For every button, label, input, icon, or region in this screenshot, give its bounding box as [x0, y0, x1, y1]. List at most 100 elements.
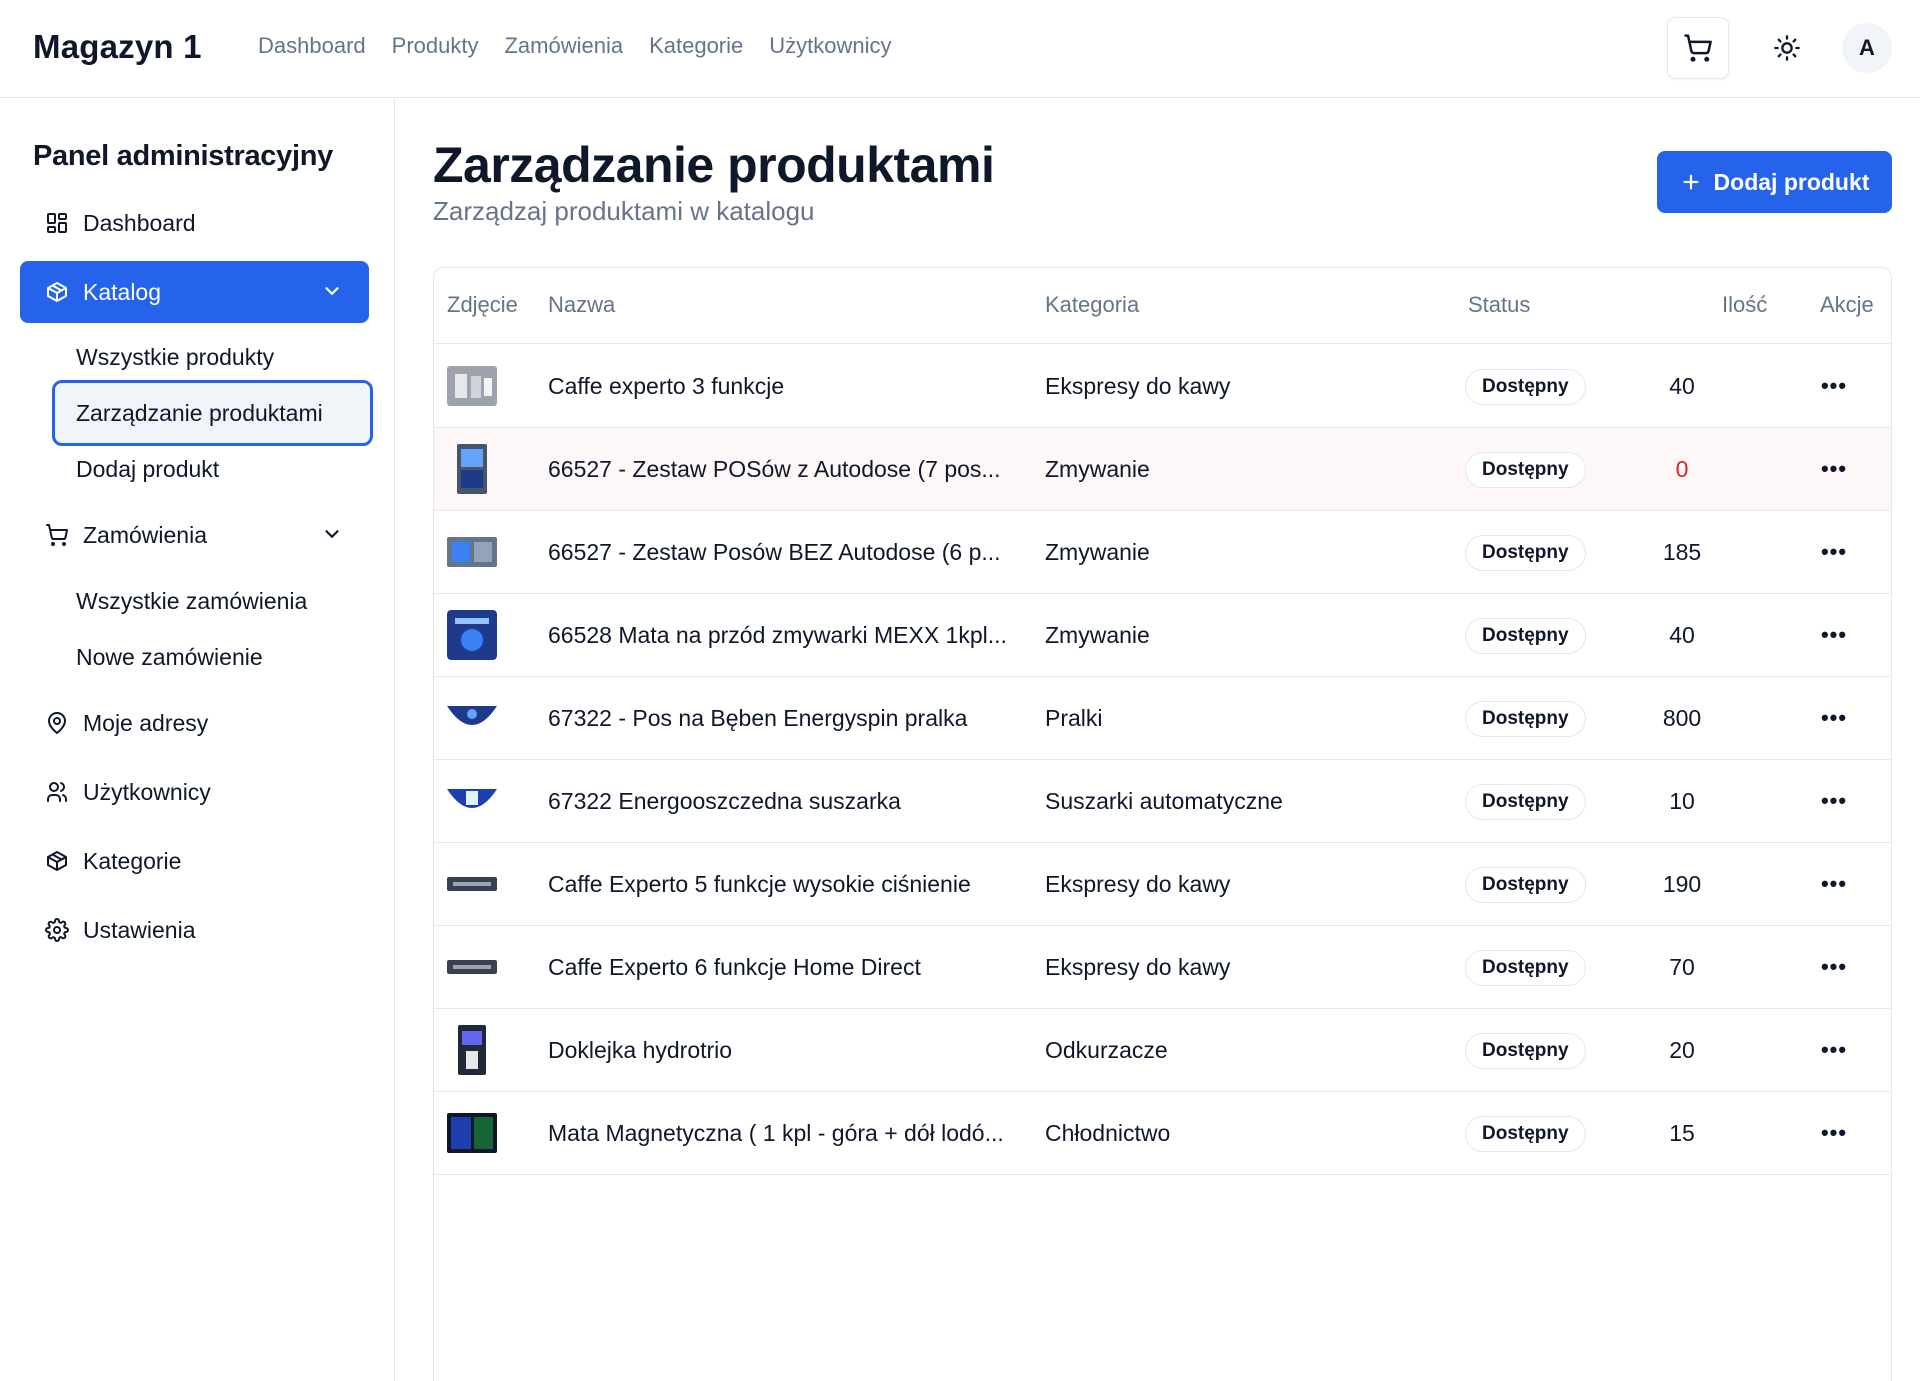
sidebar-subitem-add-product[interactable]: Dodaj produkt: [52, 436, 373, 502]
sidebar-item-label: Kategorie: [83, 847, 182, 874]
sidebar-item-label: Zamówienia: [83, 521, 207, 548]
row-actions-button[interactable]: •••: [1814, 1116, 1854, 1150]
product-quantity: 185: [1662, 539, 1702, 565]
status-badge: Dostępny: [1465, 618, 1586, 654]
add-product-label: Dodaj produkt: [1713, 168, 1870, 195]
sidebar-item-kategorie[interactable]: Kategorie: [20, 830, 369, 892]
product-name: 66527 - Zestaw Posów BEZ Autodose (6 p..…: [548, 539, 1001, 565]
product-quantity: 40: [1669, 622, 1695, 648]
product-category: Ekspresy do kawy: [1045, 373, 1231, 399]
cart-button[interactable]: [1667, 17, 1729, 79]
header-name[interactable]: Nazwa: [548, 292, 615, 318]
topnav-produkty[interactable]: Produkty: [392, 33, 479, 59]
product-quantity: 20: [1669, 1037, 1695, 1063]
product-category: Odkurzacze: [1045, 1037, 1168, 1063]
product-thumbnail: [447, 610, 497, 660]
product-quantity: 190: [1662, 871, 1702, 897]
product-thumbnail: [447, 693, 497, 743]
topnav-dashboard[interactable]: Dashboard: [258, 33, 366, 59]
map-pin-icon: [44, 710, 70, 736]
table-row[interactable]: Caffe experto 3 funkcje Ekspresy do kawy…: [434, 345, 1891, 428]
table-row[interactable]: Doklejka hydrotrio Odkurzacze Dostępny 2…: [434, 1009, 1891, 1092]
users-icon: [44, 779, 70, 805]
add-product-button[interactable]: Dodaj produkt: [1657, 151, 1892, 213]
brand-logo[interactable]: Magazyn 1: [33, 28, 202, 66]
status-badge: Dostępny: [1465, 369, 1586, 405]
row-actions-button[interactable]: •••: [1814, 867, 1854, 901]
dashboard-icon: [44, 210, 70, 236]
products-table: Zdjęcie Nazwa Kategoria Status Ilość Akc…: [433, 267, 1892, 1381]
status-badge: Dostępny: [1465, 1116, 1586, 1152]
topnav-uzytkownicy[interactable]: Użytkownicy: [769, 33, 891, 59]
table-row[interactable]: 66527 - Zestaw POSów z Autodose (7 pos..…: [434, 428, 1891, 511]
table-row[interactable]: Caffe Experto 6 funkcje Home Direct Eksp…: [434, 926, 1891, 1009]
header-category[interactable]: Kategoria: [1045, 292, 1139, 318]
sidebar: Panel administracyjny Dashboard Katalog …: [0, 98, 395, 1381]
row-actions-button[interactable]: •••: [1814, 1033, 1854, 1067]
row-actions-button[interactable]: •••: [1814, 784, 1854, 818]
sidebar-item-label: Katalog: [83, 278, 162, 305]
product-category: Ekspresy do kawy: [1045, 871, 1231, 897]
row-actions-button[interactable]: •••: [1814, 701, 1854, 735]
row-actions-button[interactable]: •••: [1814, 618, 1854, 652]
plus-icon: [1683, 174, 1699, 190]
product-name: Mata Magnetyczna ( 1 kpl - góra + dół lo…: [548, 1120, 1004, 1146]
table-header: Zdjęcie Nazwa Kategoria Status Ilość Akc…: [434, 268, 1891, 344]
product-name: Caffe experto 3 funkcje: [548, 373, 785, 399]
table-row[interactable]: Mata Magnetyczna ( 1 kpl - góra + dół lo…: [434, 1092, 1891, 1175]
chevron-down-icon: [321, 280, 343, 308]
product-name: Caffe Experto 6 funkcje Home Direct: [548, 954, 921, 980]
header-status[interactable]: Status: [1468, 292, 1530, 318]
status-badge: Dostępny: [1465, 784, 1586, 820]
table-row[interactable]: Caffe Experto 5 funkcje wysokie ciśnieni…: [434, 843, 1891, 926]
table-row[interactable]: 67322 Energooszczedna suszarka Suszarki …: [434, 760, 1891, 843]
top-bar: Magazyn 1 Dashboard Produkty Zamówienia …: [0, 0, 1920, 98]
product-category: Suszarki automatyczne: [1045, 788, 1283, 814]
sidebar-item-zamowienia[interactable]: Zamówienia: [20, 504, 369, 566]
package-icon: [44, 279, 70, 305]
sidebar-item-katalog[interactable]: Katalog: [20, 261, 369, 323]
sidebar-item-ustawienia[interactable]: Ustawienia: [20, 899, 369, 961]
product-name: 66527 - Zestaw POSów z Autodose (7 pos..…: [548, 456, 1001, 482]
status-badge: Dostępny: [1465, 1033, 1586, 1069]
sidebar-item-label: Użytkownicy: [83, 778, 211, 805]
product-quantity: 15: [1669, 1120, 1695, 1146]
row-actions-button[interactable]: •••: [1814, 535, 1854, 569]
product-category: Zmywanie: [1045, 622, 1150, 648]
topnav-kategorie[interactable]: Kategorie: [649, 33, 743, 59]
product-name: 66528 Mata na przód zmywarki MEXX 1kpl..…: [548, 622, 1007, 648]
sidebar-item-dashboard[interactable]: Dashboard: [20, 192, 369, 254]
topnav-zamowienia[interactable]: Zamówienia: [504, 33, 623, 59]
product-name: 67322 Energooszczedna suszarka: [548, 788, 901, 814]
product-name: Caffe Experto 5 funkcje wysokie ciśnieni…: [548, 871, 971, 897]
row-actions-button[interactable]: •••: [1814, 369, 1854, 403]
row-actions-button[interactable]: •••: [1814, 950, 1854, 984]
table-row[interactable]: 67322 - Pos na Bęben Energyspin pralka P…: [434, 677, 1891, 760]
sidebar-item-uzytkownicy[interactable]: Użytkownicy: [20, 761, 369, 823]
product-category: Zmywanie: [1045, 539, 1150, 565]
header-qty[interactable]: Ilość: [1722, 292, 1767, 318]
row-actions-button[interactable]: •••: [1814, 452, 1854, 486]
sidebar-item-label: Moje adresy: [83, 709, 209, 736]
cart-icon: [44, 522, 70, 548]
sidebar-item-adresy[interactable]: Moje adresy: [20, 692, 369, 754]
sidebar-subitem-new-order[interactable]: Nowe zamówienie: [52, 624, 373, 690]
cart-icon: [1684, 34, 1712, 62]
product-thumbnail: [447, 1108, 497, 1158]
avatar[interactable]: A: [1842, 23, 1892, 73]
product-thumbnail: [447, 361, 497, 411]
table-row[interactable]: 66528 Mata na przód zmywarki MEXX 1kpl..…: [434, 594, 1891, 677]
table-row[interactable]: 66527 - Zestaw Posów BEZ Autodose (6 p..…: [434, 511, 1891, 594]
status-badge: Dostępny: [1465, 452, 1586, 488]
product-thumbnail: [447, 776, 497, 826]
product-thumbnail: [447, 942, 497, 992]
product-quantity: 0: [1675, 456, 1689, 482]
status-badge: Dostępny: [1465, 867, 1586, 903]
theme-toggle-button[interactable]: [1756, 17, 1818, 79]
sidebar-title: Panel administracyjny: [33, 140, 333, 172]
product-quantity: 800: [1662, 705, 1702, 731]
sun-icon: [1774, 35, 1800, 61]
page-subtitle: Zarządzaj produktami w katalogu: [433, 196, 815, 226]
product-name: 67322 - Pos na Bęben Energyspin pralka: [548, 705, 968, 731]
sidebar-item-label: Ustawienia: [83, 916, 196, 943]
